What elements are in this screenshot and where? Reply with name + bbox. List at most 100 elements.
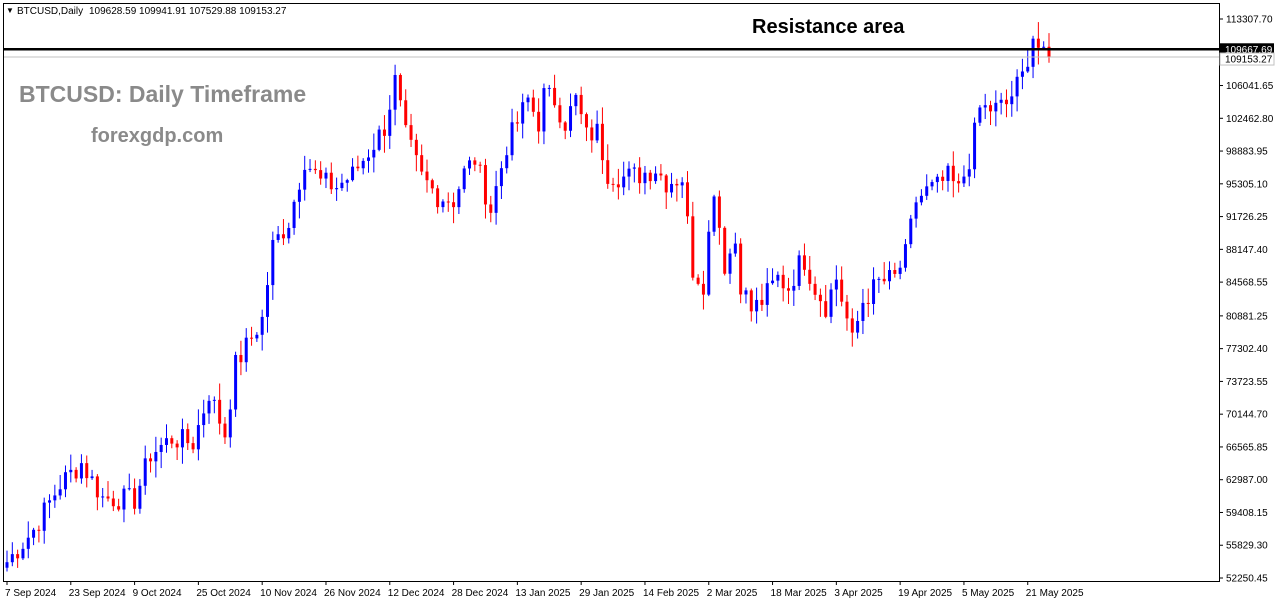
candle-body [1020,71,1024,77]
y-tick-label: 55829.30 [1226,541,1268,552]
candle-body [590,127,594,141]
candle-body [154,451,158,462]
candle-body [643,172,647,184]
candle-body [903,244,907,268]
candle [739,238,743,304]
y-tick-label: 62987.00 [1226,475,1268,486]
candle-body [872,279,876,304]
candle [973,117,977,179]
candle-body [701,283,705,295]
x-tick-label: 3 Apr 2025 [834,588,883,599]
candle-body [133,488,137,509]
candle-body [558,105,562,123]
candle-body [414,139,418,156]
candle-body [909,218,913,245]
candle-body [473,160,477,165]
candle-body [462,168,466,190]
y-tick-label: 80881.25 [1226,311,1268,322]
candle-body [930,182,934,187]
candle-body [143,458,147,486]
candle-body [717,196,721,228]
candle-body [26,537,30,549]
candle-body [191,443,195,450]
candle-body [792,285,796,291]
candle-body [180,429,184,448]
candle-body [42,502,46,531]
candle-body [579,94,583,115]
candle-body [670,183,674,193]
x-tick-label: 18 Mar 2025 [771,588,828,599]
candle-body [797,255,801,286]
chart-header-ohlc: 109628.59 109941.91 107529.88 109153.27 [89,6,287,17]
candle-body [606,160,610,184]
candle-body [675,183,679,186]
candle-body [345,180,349,183]
candle-body [781,274,785,289]
y-tick-label: 102462.80 [1226,114,1274,125]
resistance-annotation: Resistance area [752,16,905,38]
y-tick-label: 113307.70 [1226,15,1273,26]
candle-body [281,234,285,239]
candle-body [452,202,456,208]
candle-body [616,184,620,188]
candle-body [856,320,860,333]
candle-body [739,243,743,295]
candle-body [499,168,503,187]
y-tick-label: 59408.15 [1226,508,1268,519]
candle-body [138,485,142,509]
candle-body [250,337,254,339]
candle-body [95,476,99,498]
current-price-tag-text: 109153.27 [1225,55,1273,66]
y-tick-label: 52250.45 [1226,574,1268,585]
candle-body [914,202,918,219]
candle-body [983,105,987,108]
candle-body [393,74,397,110]
candle [462,165,466,193]
candle-body [175,443,179,448]
candle-body [351,166,355,181]
y-tick-label: 70144.70 [1226,410,1268,421]
candle-body [787,288,790,291]
candle-body [255,334,259,339]
candle-body [648,172,652,182]
y-tick-label: 98883.95 [1226,147,1268,158]
candle-body [58,489,62,496]
candle-body [1010,96,1014,105]
chart-header-triangle-icon: ▼ [6,6,14,15]
candle-body [733,243,737,254]
x-tick-label: 12 Dec 2024 [388,588,445,599]
chart-header-symbol: BTCUSD,Daily [17,6,83,17]
candle-body [563,122,567,131]
y-tick-label: 106041.65 [1226,81,1274,92]
x-tick-label: 10 Nov 2024 [260,588,317,599]
candle-body [1031,38,1035,67]
candle-body [957,181,961,184]
candle-body [207,400,211,414]
candle-body [973,122,977,170]
candle-body [164,438,168,445]
candle-body [32,529,36,538]
candle-body [574,94,578,107]
candle-body [468,160,472,169]
candle-body [85,463,89,479]
watermark-site: forexgdp.com [91,125,223,147]
candle-body [430,180,434,189]
candle-body [834,279,838,290]
candle-body [74,469,78,479]
candle-body [372,149,376,158]
candle-body [340,182,344,189]
candle-body [10,554,14,563]
candle-body [324,172,328,179]
candle [234,351,238,417]
chart-container[interactable]: 113307.70109728.95106041.65102462.809888… [0,0,1276,604]
candle-body [186,429,190,444]
candle-body [149,458,153,462]
candle-body [553,87,557,106]
candle-body [223,423,227,438]
candle-body [409,125,413,140]
candle-body [946,165,950,181]
candle-body [935,176,939,183]
candlestick-chart[interactable]: 113307.70109728.95106041.65102462.809888… [0,0,1276,604]
x-tick-label: 26 Nov 2024 [324,588,381,599]
candle-body [584,114,588,128]
